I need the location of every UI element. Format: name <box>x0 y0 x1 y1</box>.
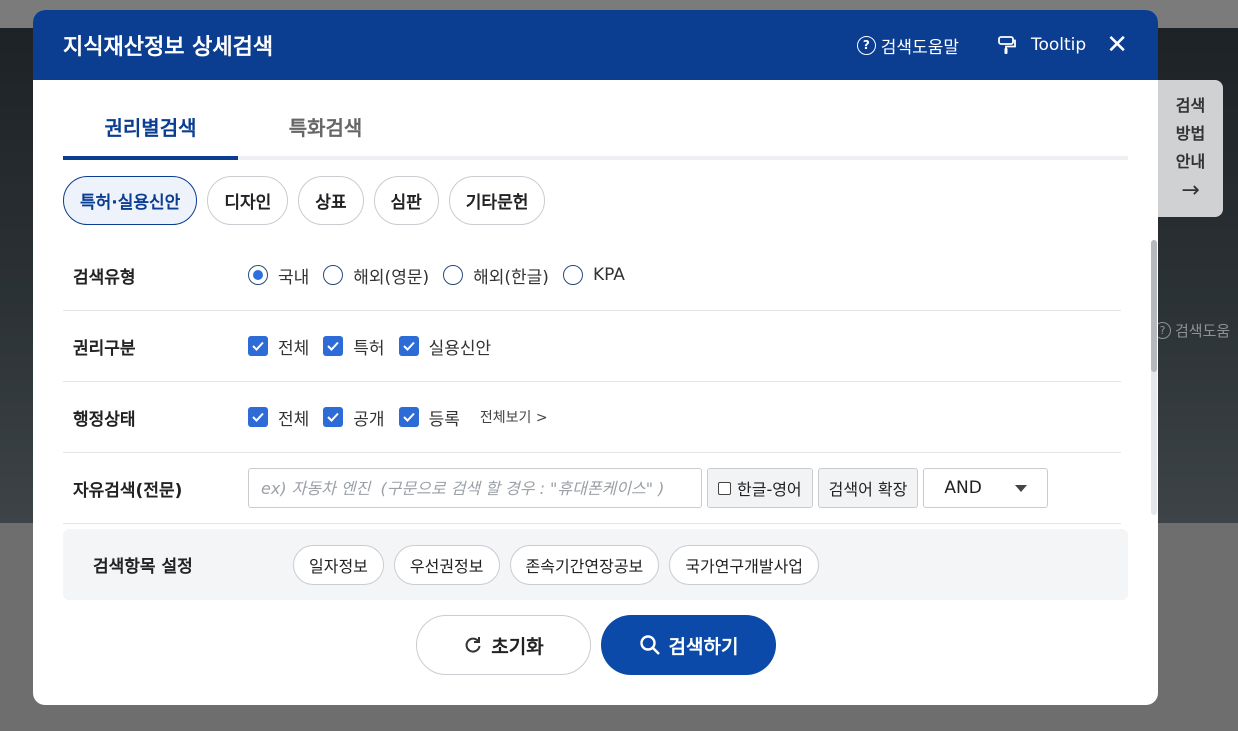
search-guide-button[interactable]: 검색 방법 안내 → <box>1158 80 1223 217</box>
expand-keyword-button[interactable]: 검색어 확장 <box>817 468 919 508</box>
setting-national-rnd[interactable]: 국가연구개발사업 <box>669 544 820 585</box>
checkbox-utility-label: 실용신안 <box>428 338 492 359</box>
chip-trial[interactable]: 심판 <box>373 176 439 225</box>
checkbox-right-all[interactable]: 전체 <box>248 334 309 359</box>
chevron-down-icon <box>1015 484 1028 492</box>
setting-date-info[interactable]: 일자정보 <box>293 544 384 585</box>
backdrop-help-link: ? 검색도움 <box>1154 320 1230 341</box>
radio-kpa-label: KPA <box>592 265 625 285</box>
radio-overseas-korean[interactable]: 해외(한글) <box>443 263 549 288</box>
operator-select[interactable]: AND <box>923 468 1049 508</box>
radio-indicator <box>323 265 344 285</box>
chip-trademark[interactable]: 상표 <box>298 176 364 225</box>
checkbox-patent-label: 특허 <box>353 338 385 359</box>
checkmark-icon <box>398 407 419 427</box>
checkmark-icon <box>398 336 419 356</box>
search-tabs: 권리별검색 특화검색 <box>63 104 1128 160</box>
category-chips: 특허·실용신안 디자인 상표 심판 기타문헌 <box>63 176 546 225</box>
search-item-settings: 검색항목 설정 일자정보 우선권정보 존속기간연장공보 국가연구개발사업 <box>63 529 1128 600</box>
radio-domestic-label: 국내 <box>278 267 310 288</box>
question-circle-icon: ? <box>856 35 876 55</box>
radio-overseas-english[interactable]: 해외(영문) <box>323 263 429 288</box>
checkmark-icon <box>323 336 344 356</box>
scroll-thumb[interactable] <box>1151 240 1157 372</box>
chip-other-docs[interactable]: 기타문헌 <box>448 176 546 225</box>
search-type-label: 검색유형 <box>73 267 136 288</box>
paint-roller-icon <box>997 35 1017 55</box>
row-right-type: 권리구분 전체 특허 실용신안 <box>63 311 1121 382</box>
checkbox-status-all-label: 전체 <box>278 409 310 430</box>
search-help-link[interactable]: ? 검색도움말 <box>856 33 959 58</box>
arrow-right-icon: → <box>1181 178 1200 203</box>
search-label: 검색하기 <box>668 635 739 658</box>
refresh-icon <box>465 637 481 653</box>
advanced-search-modal: 지식재산정보 상세검색 ? 검색도움말 Tooltip ✕ 권리별검색 특화검색… <box>33 10 1158 705</box>
chip-patent-utility[interactable]: 특허·실용신안 <box>63 176 198 225</box>
korean-english-toggle[interactable]: 한글-영어 <box>707 468 813 508</box>
modal-title: 지식재산정보 상세검색 <box>63 35 274 60</box>
form-actions: 초기화 검색하기 <box>416 615 776 675</box>
search-guide-line-2: 방법 <box>1175 124 1206 143</box>
checkbox-registered-label: 등록 <box>428 409 460 430</box>
row-search-type: 검색유형 국내 해외(영문) 해외(한글) KPA <box>63 240 1121 311</box>
operator-value: AND <box>944 478 982 498</box>
tooltip-toggle[interactable]: Tooltip <box>997 35 1086 55</box>
checkbox-published[interactable]: 공개 <box>323 405 385 430</box>
modal-header: 지식재산정보 상세검색 ? 검색도움말 Tooltip ✕ <box>33 10 1158 80</box>
free-search-label: 자유검색(전문) <box>73 480 183 501</box>
free-search-input[interactable] <box>248 468 702 508</box>
search-guide-line-1: 검색 <box>1175 96 1206 115</box>
checkbox-status-all[interactable]: 전체 <box>248 405 309 430</box>
checkbox-published-label: 공개 <box>353 409 385 430</box>
radio-indicator <box>562 265 583 285</box>
search-guide-line-3: 안내 <box>1175 152 1206 171</box>
checkbox-right-all-label: 전체 <box>278 338 310 359</box>
search-button[interactable]: 검색하기 <box>601 615 776 675</box>
checkbox-icon <box>718 481 731 495</box>
radio-kpa[interactable]: KPA <box>562 265 625 285</box>
tooltip-label: Tooltip <box>1031 35 1087 55</box>
checkmark-icon <box>248 407 268 427</box>
tab-right-search[interactable]: 권리별검색 <box>63 104 238 160</box>
checkbox-utility[interactable]: 실용신안 <box>398 334 492 359</box>
right-type-label: 권리구분 <box>73 338 136 359</box>
reset-button[interactable]: 초기화 <box>416 615 591 675</box>
radio-indicator <box>248 265 268 285</box>
backdrop-help-label: 검색도움 <box>1175 322 1231 340</box>
form-scrollbar[interactable] <box>1151 240 1157 515</box>
search-form: 검색유형 국내 해외(영문) 해외(한글) KPA 권리구분 전체 특허 실용신… <box>63 240 1121 524</box>
row-admin-status: 행정상태 전체 공개 등록 전체보기 > <box>63 382 1121 453</box>
row-free-search: 자유검색(전문) 한글-영어 검색어 확장 AND <box>63 453 1121 524</box>
search-help-label: 검색도움말 <box>880 37 959 58</box>
radio-indicator <box>443 265 464 285</box>
tab-special-search[interactable]: 특화검색 <box>238 104 413 156</box>
setting-priority-info[interactable]: 우선권정보 <box>393 544 500 585</box>
close-button[interactable]: ✕ <box>1106 32 1128 58</box>
checkmark-icon <box>248 336 268 356</box>
admin-status-label: 행정상태 <box>73 409 136 430</box>
checkbox-patent[interactable]: 특허 <box>323 334 385 359</box>
chip-design[interactable]: 디자인 <box>207 176 289 225</box>
korean-english-label: 한글-영어 <box>737 480 802 499</box>
search-icon <box>639 635 660 655</box>
setting-term-extension[interactable]: 존속기간연장공보 <box>509 544 660 585</box>
radio-domestic[interactable]: 국내 <box>248 263 309 288</box>
view-all-status-link[interactable]: 전체보기 > <box>480 407 548 427</box>
settings-label: 검색항목 설정 <box>93 557 193 577</box>
radio-overseas-korean-label: 해외(한글) <box>473 267 549 288</box>
checkbox-registered[interactable]: 등록 <box>398 405 460 430</box>
checkmark-icon <box>323 407 344 427</box>
radio-overseas-english-label: 해외(영문) <box>353 267 430 288</box>
reset-label: 초기화 <box>491 635 544 658</box>
